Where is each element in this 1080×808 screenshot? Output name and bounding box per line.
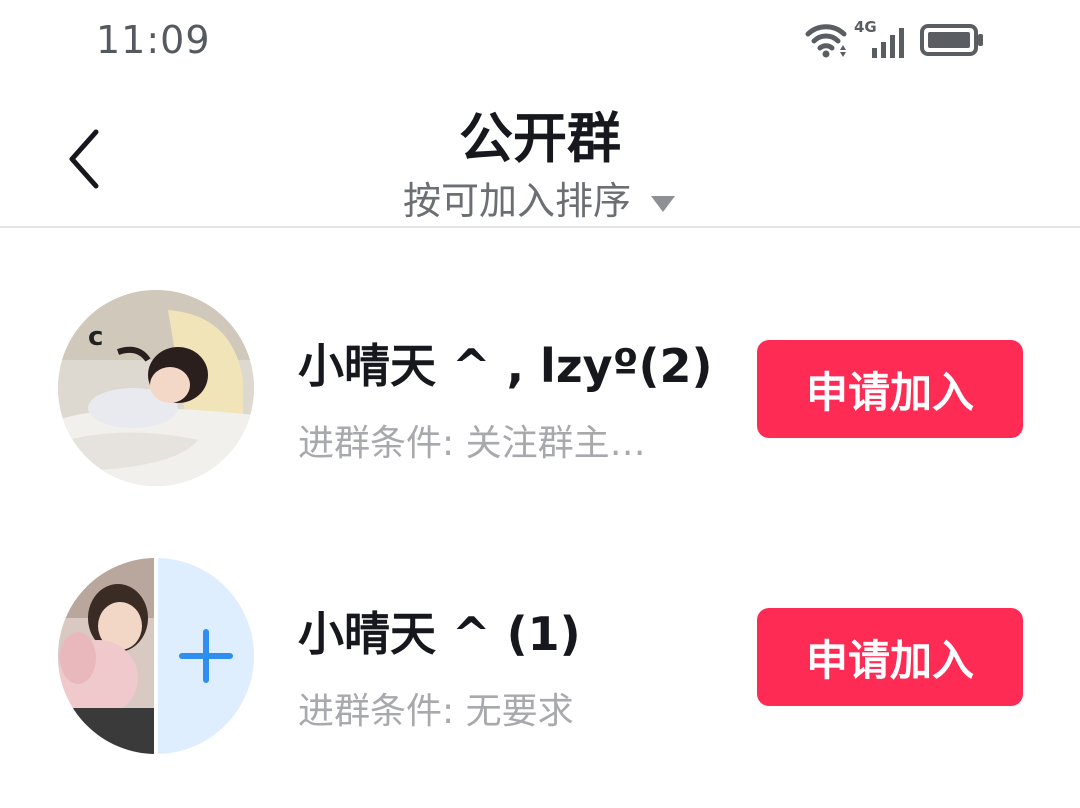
group-row[interactable]: 小晴天 ^ (1) 进群条件: 无要求 申请加入: [0, 558, 1080, 758]
page-header: 公开群 按可加入排序: [0, 80, 1080, 228]
status-bar: 11:09 4G: [0, 0, 1080, 80]
sort-dropdown[interactable]: 按可加入排序: [0, 170, 1080, 225]
sort-label: 按可加入排序: [402, 179, 631, 223]
group-avatar: [58, 558, 254, 754]
caret-down-icon: [651, 195, 675, 212]
group-join-condition: 进群条件: 关注群主…: [298, 423, 646, 464]
group-row[interactable]: c 小晴天 ^ , lzyº(2) 进群条件: 关注群主… 申请加入: [0, 290, 1080, 490]
group-join-condition: 进群条件: 无要求: [298, 691, 574, 732]
page-title: 公开群: [459, 107, 621, 170]
status-time: 11:09: [96, 18, 211, 62]
group-avatar: c: [58, 290, 254, 486]
svg-text:c: c: [88, 322, 103, 352]
signal-icon: [872, 28, 904, 58]
group-name: 小晴天 ^ (1): [298, 607, 581, 661]
group-avatar-photo: c: [58, 290, 254, 486]
group-name: 小晴天 ^ , lzyº(2): [298, 339, 713, 393]
battery-icon: [920, 24, 983, 56]
wifi-icon: [805, 24, 847, 58]
apply-join-button[interactable]: 申请加入: [757, 608, 1023, 706]
add-member-icon[interactable]: [176, 626, 236, 686]
apply-join-button[interactable]: 申请加入: [757, 340, 1023, 438]
